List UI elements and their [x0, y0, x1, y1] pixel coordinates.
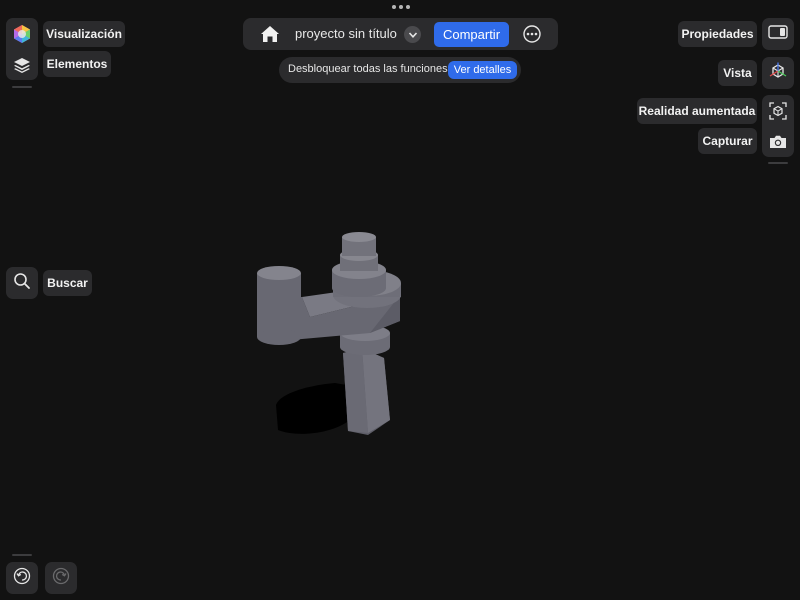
search-button[interactable] — [6, 267, 38, 299]
right-tool-group — [762, 95, 794, 157]
chevron-down-icon[interactable] — [404, 26, 421, 43]
view-button[interactable]: Vista — [718, 60, 757, 86]
share-button[interactable]: Compartir — [434, 22, 509, 47]
elements-button[interactable]: Elementos — [43, 51, 111, 77]
undo-icon — [13, 567, 31, 590]
properties-button[interactable]: Propiedades — [678, 21, 757, 47]
properties-panel-button[interactable] — [762, 18, 794, 50]
details-button[interactable]: Ver detalles — [448, 61, 517, 79]
camera-icon[interactable] — [768, 132, 788, 152]
layers-icon[interactable] — [12, 55, 32, 75]
ar-icon[interactable] — [768, 101, 788, 121]
ar-button[interactable]: Realidad aumentada — [637, 98, 757, 124]
more-icon[interactable] — [522, 24, 542, 44]
grabber-dot — [399, 5, 403, 9]
sidebar-panel-icon — [768, 24, 788, 45]
search-label-button[interactable]: Buscar — [43, 270, 92, 296]
undo-button[interactable] — [6, 562, 38, 594]
grabber-dot — [406, 5, 410, 9]
upgrade-banner: Desbloquear todas las funciones Ver deta… — [279, 57, 521, 83]
view-cube-icon — [768, 61, 788, 86]
right-divider — [768, 162, 788, 164]
redo-button[interactable] — [45, 562, 77, 594]
grabber-dot — [392, 5, 396, 9]
home-icon[interactable] — [259, 24, 281, 44]
banner-text: Desbloquear todas las funciones — [288, 63, 448, 75]
window-grabber[interactable] — [392, 5, 410, 9]
project-title[interactable]: proyecto sin título — [295, 26, 397, 41]
view-cube-button[interactable] — [762, 57, 794, 89]
model-left-cylinder — [257, 266, 301, 345]
project-toolbar: proyecto sin título Compartir — [243, 18, 558, 50]
model-3d-viewport[interactable] — [240, 225, 420, 455]
left-divider — [12, 86, 32, 88]
search-icon — [13, 272, 31, 295]
visualization-button[interactable]: Visualización — [43, 21, 125, 47]
capture-button[interactable]: Capturar — [698, 128, 757, 154]
model-top-stack — [332, 232, 386, 297]
left-tool-group — [6, 18, 38, 80]
model-lower-post — [343, 348, 390, 435]
left-bottom-divider — [12, 554, 32, 556]
color-wheel-icon[interactable] — [12, 24, 32, 44]
redo-icon — [52, 567, 70, 590]
